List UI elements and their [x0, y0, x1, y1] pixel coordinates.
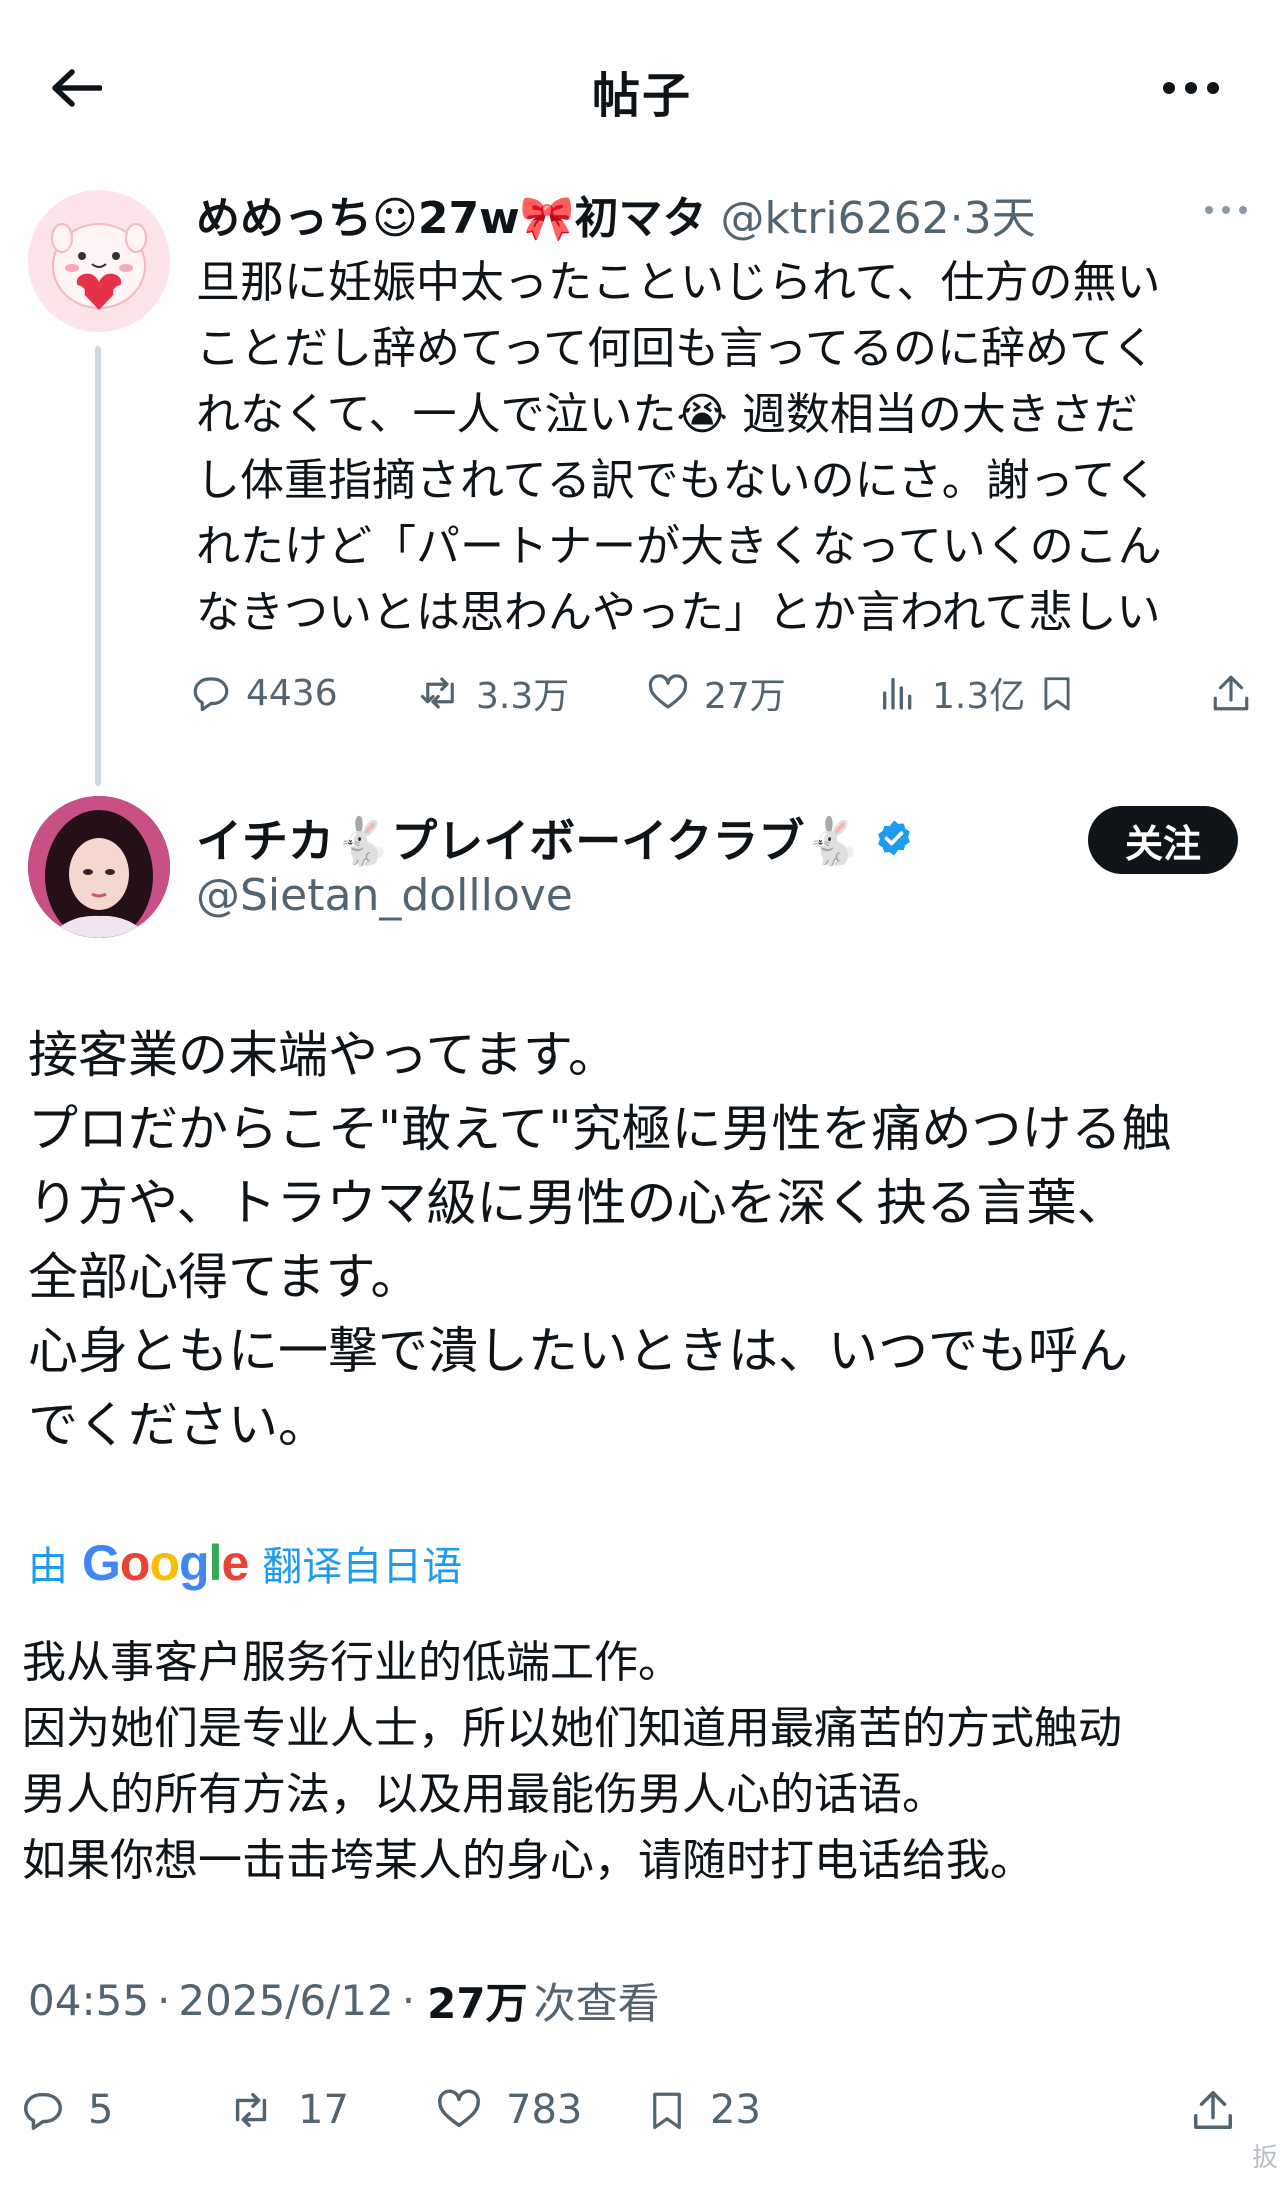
bookmark-button[interactable]: 23: [646, 2070, 761, 2150]
translated-line: 男人的所有方法，以及用最能伤男人心的话语。: [22, 1769, 946, 1820]
like-count: 783: [506, 2087, 583, 2133]
tweet-views-label: 次查看: [533, 1978, 660, 2028]
more-options-button[interactable]: [1146, 52, 1236, 124]
repost-count: 17: [298, 2087, 349, 2133]
translate-prefix: 由: [28, 1544, 68, 1590]
analytics-bars-icon: [883, 678, 912, 710]
main-handle[interactable]: @Sietan_dolllove: [196, 870, 573, 921]
watermark: 扳: [1251, 2143, 1278, 2173]
parent-text-line: れたけど「パートナーが大きくなっていくのこん: [196, 521, 1162, 572]
tweet-date[interactable]: 2025/6/12: [178, 1976, 393, 2025]
parent-like-count: 27万: [704, 676, 786, 717]
parent-share-button[interactable]: [1210, 662, 1252, 724]
like-button[interactable]: 783: [434, 2070, 582, 2150]
profile-photo-avatar-image: [28, 796, 170, 938]
pink-mascot-avatar-image: [28, 190, 170, 332]
parent-repost-button[interactable]: 3.3万: [418, 662, 569, 724]
reply-icon: [24, 2092, 62, 2130]
parent-time[interactable]: 3天: [964, 193, 1036, 244]
parent-repost-count: 3.3万: [476, 676, 570, 717]
google-logo: Google: [82, 1535, 249, 1591]
main-author-row: イチカ🐇プレイボーイクラブ🐇: [196, 806, 914, 870]
translation-attribution[interactable]: 由 Google 翻译自日语: [28, 1528, 462, 1598]
reply-count: 5: [88, 2087, 114, 2133]
translate-suffix: 翻译自日语: [262, 1544, 463, 1590]
thread-connector-line: [95, 346, 101, 786]
repost-icon: [420, 677, 454, 709]
more-horizontal-icon: [1205, 206, 1247, 214]
parent-views-button[interactable]: 1.3亿: [878, 662, 1025, 724]
bookmark-count: 23: [710, 2087, 761, 2133]
main-text-line: り方や、トラウマ級に男性の心を深く抉る言葉、: [28, 1174, 1127, 1232]
follow-button[interactable]: 关注: [1088, 806, 1238, 874]
parent-text-line: し体重指摘されてる訳でもないのにさ。謝ってく: [196, 455, 1159, 506]
tweet-time[interactable]: 04:55: [28, 1976, 149, 2025]
parent-text-line: なきついとは思わんやった」とか言われて悲しい: [196, 587, 1161, 638]
parent-like-button[interactable]: 27万: [646, 662, 786, 724]
parent-tweet-header: めめっち☺27w🎀初マタ @ktri6262·3天: [196, 182, 1256, 244]
parent-bookmark-button[interactable]: [1038, 662, 1076, 724]
repost-icon: [235, 2092, 267, 2128]
translated-line: 如果你想一击击垮某人的身心，请随时打电话给我。: [22, 1835, 1034, 1886]
more-horizontal-icon: [1163, 82, 1219, 94]
post-page: 帖子 めめっち☺27w🎀初マタ @ktri6262·3天 旦那に妊娠中太ったこと…: [0, 0, 1284, 2186]
tweet-view-count: 27万: [427, 1978, 528, 2028]
bookmark-icon: [1044, 677, 1070, 711]
tweet-meta: 04:55 · 2025/6/12 · 27万 次查看: [28, 1968, 660, 2032]
top-bar: 帖子: [0, 0, 1284, 172]
parent-tweet-text: 旦那に妊娠中太ったこといじられて、仕方の無い ことだし辞めてって何回も言ってるの…: [196, 250, 1264, 646]
share-icon: [1213, 675, 1249, 711]
parent-text-line: ことだし辞めてって何回も言ってるのに辞めてく: [196, 323, 1156, 374]
reply-button[interactable]: 5: [20, 2070, 113, 2150]
main-text-line: 接客業の末端やってます。: [28, 1026, 618, 1084]
parent-handle[interactable]: @ktri6262: [721, 193, 950, 244]
parent-display-name[interactable]: めめっち☺27w🎀初マタ: [196, 193, 707, 244]
heart-icon: [648, 674, 688, 709]
parent-avatar[interactable]: [28, 190, 170, 332]
share-button[interactable]: [1190, 2070, 1236, 2150]
parent-text-line: れなくて、一人で泣いた😭 週数相当の大きさだ: [196, 389, 1138, 440]
parent-action-bar: 4436 3.3万 27万 1.3亿: [190, 662, 1260, 724]
parent-separator: ·: [949, 193, 964, 244]
parent-reply-button[interactable]: 4436: [190, 662, 338, 724]
main-text-line: 全部心得てます。: [28, 1248, 421, 1306]
main-display-name[interactable]: イチカ🐇プレイボーイクラブ🐇: [196, 805, 862, 871]
main-text-line: でください。: [28, 1396, 328, 1454]
main-text-line: プロだからこそ"敢えて"究極に男性を痛めつける触: [28, 1100, 1172, 1158]
main-text-line: 心身ともに一撃で潰したいときは、いつでも呼ん: [28, 1322, 1128, 1380]
translated-text: 我从事客户服务行业的低端工作。 因为她们是专业人士，所以她们知道用最痛苦的方式触…: [22, 1630, 1262, 1894]
page-title: 帖子: [591, 68, 692, 124]
meta-separator: ·: [157, 1975, 171, 2025]
repost-button[interactable]: 17: [226, 2070, 349, 2150]
heart-icon: [438, 2089, 480, 2128]
parent-view-count: 1.3亿: [932, 676, 1026, 717]
main-tweet-text: 接客業の末端やってます。 プロだからこそ"敢えて"究極に男性を痛めつける触 り方…: [28, 1018, 1268, 1462]
main-action-bar: 5 17 783 23: [0, 2070, 1284, 2150]
bookmark-icon: [653, 2092, 681, 2130]
meta-separator: ·: [401, 1975, 416, 2025]
translated-line: 我从事客户服务行业的低端工作。: [22, 1637, 682, 1688]
translated-line: 因为她们是专业人士，所以她们知道用最痛苦的方式触动: [22, 1703, 1122, 1754]
parent-more-button[interactable]: [1196, 190, 1256, 230]
reply-icon: [193, 677, 229, 712]
verified-badge-icon: [877, 820, 910, 856]
parent-reply-count: 4436: [246, 672, 338, 714]
parent-text-line: 旦那に妊娠中太ったこといじられて、仕方の無い: [196, 257, 1161, 308]
share-icon: [1194, 2091, 1232, 2129]
main-avatar[interactable]: [28, 796, 170, 938]
